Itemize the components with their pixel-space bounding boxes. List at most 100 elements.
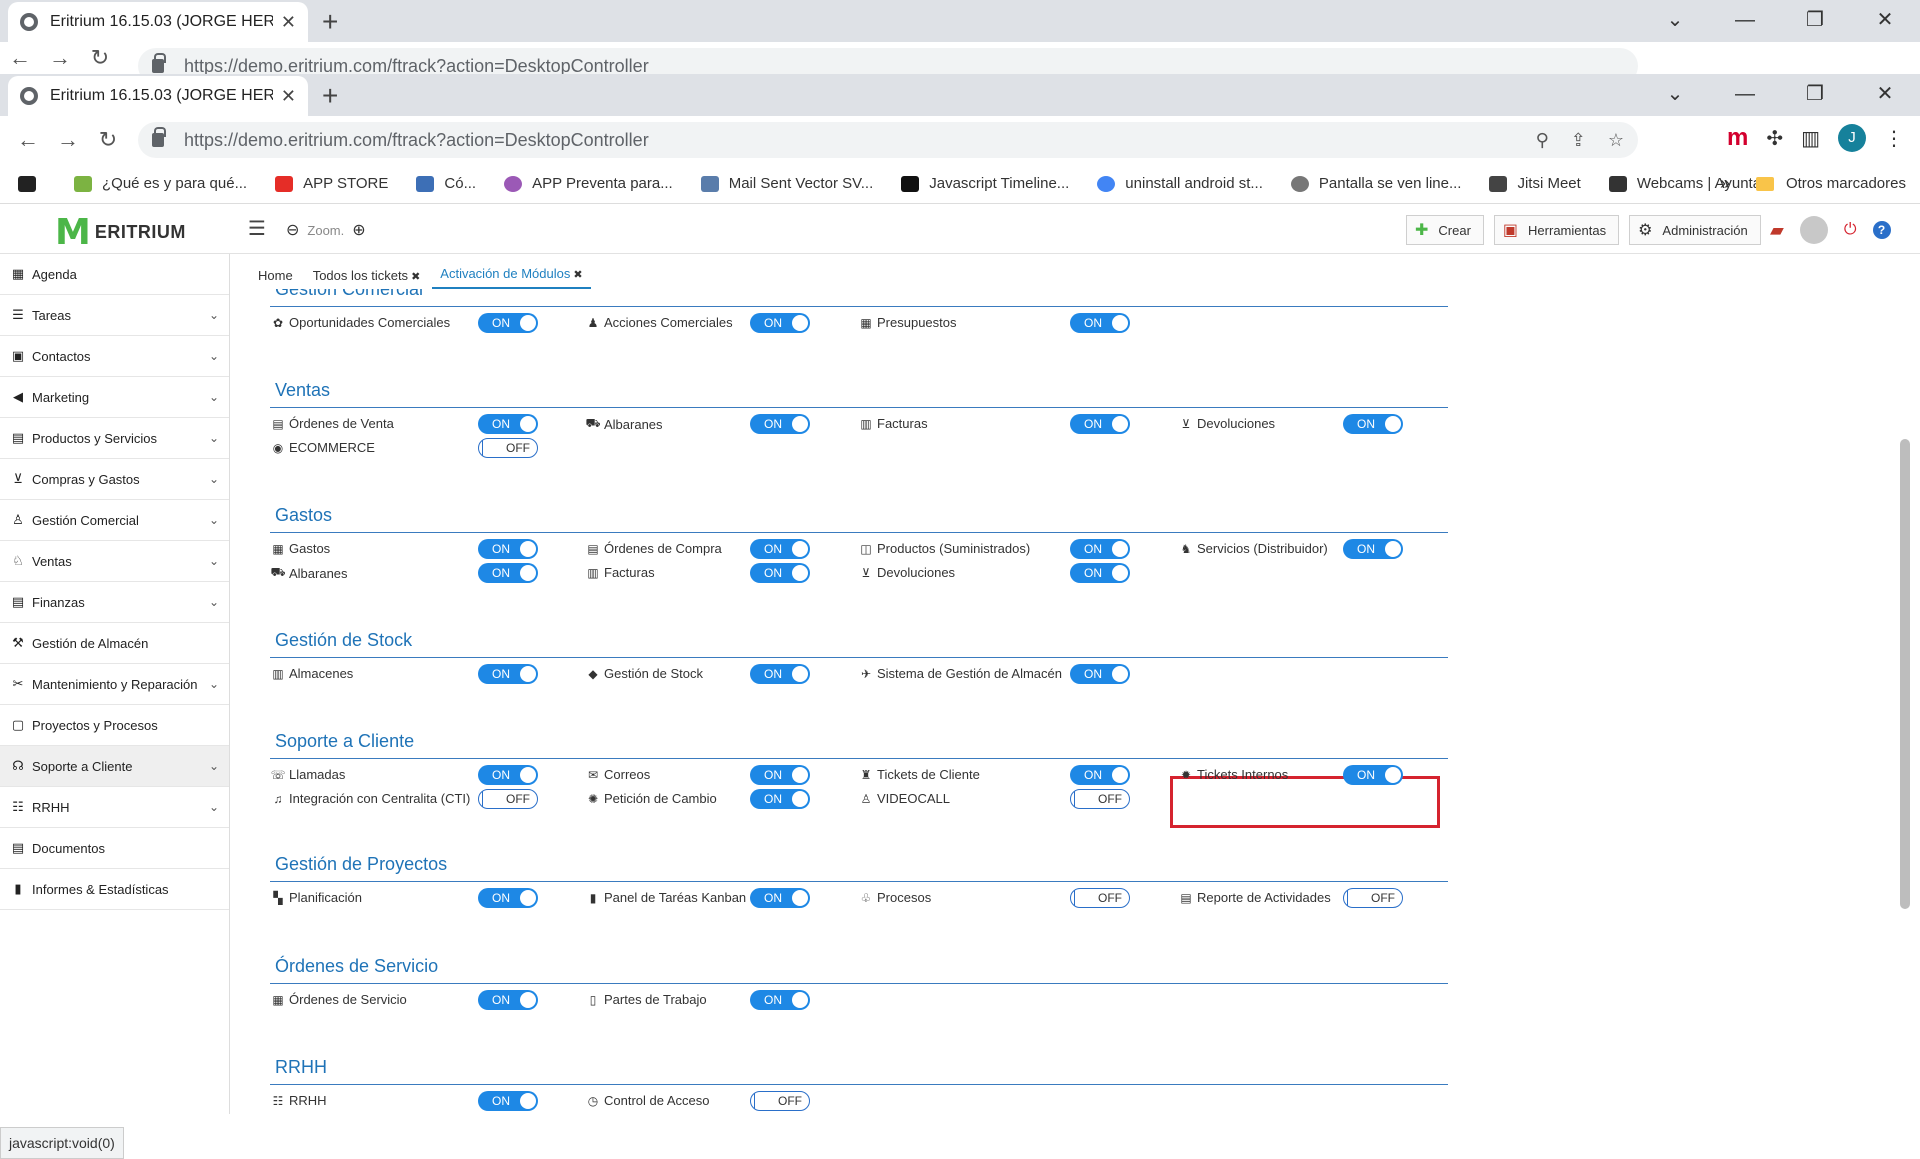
forward-icon[interactable]: → xyxy=(48,127,88,153)
module-toggle[interactable]: ON xyxy=(478,888,538,908)
browser-tab[interactable]: Eritrium 16.15.03 (JORGE HERRERA ✕ xyxy=(8,2,308,42)
new-tab-icon[interactable]: + xyxy=(322,80,338,112)
chevron-down-icon[interactable]: ⌄ xyxy=(209,513,219,527)
chevron-down-icon[interactable]: ⌄ xyxy=(1640,74,1710,114)
module-toggle[interactable]: ON xyxy=(478,765,538,785)
bookmark-item[interactable]: Javascript Timeline... xyxy=(901,175,1069,192)
reload-icon[interactable]: ↻ xyxy=(88,127,128,153)
module-toggle[interactable]: ON xyxy=(1343,765,1403,785)
module-toggle[interactable]: ON xyxy=(750,765,810,785)
module-toggle[interactable]: ON xyxy=(1070,664,1130,684)
crear-button[interactable]: ✚ Crear xyxy=(1406,215,1484,245)
chevron-down-icon[interactable]: ⌄ xyxy=(209,677,219,691)
module-toggle[interactable]: ON xyxy=(478,313,538,333)
chevron-down-icon[interactable]: ⌄ xyxy=(209,349,219,363)
module-toggle[interactable]: ON xyxy=(478,664,538,684)
zoom-out-icon[interactable]: ⊖ xyxy=(286,220,299,240)
module-toggle[interactable]: OFF xyxy=(1070,789,1130,809)
module-toggle[interactable]: ON xyxy=(750,563,810,583)
sidebar-item[interactable]: ◀ Marketing ⌄ xyxy=(0,377,229,418)
chevron-down-icon[interactable]: ⌄ xyxy=(1640,0,1710,40)
module-toggle[interactable]: ON xyxy=(1343,539,1403,559)
module-toggle[interactable]: ON xyxy=(750,664,810,684)
chevron-down-icon[interactable]: ⌄ xyxy=(209,800,219,814)
chevron-down-icon[interactable]: ⌄ xyxy=(209,308,219,322)
module-toggle[interactable]: ON xyxy=(478,539,538,559)
module-toggle[interactable]: ON xyxy=(750,888,810,908)
module-toggle[interactable]: OFF xyxy=(478,438,538,458)
sidebar-item[interactable]: ▤ Productos y Servicios ⌄ xyxy=(0,418,229,459)
bookmark-item[interactable]: ¿Qué es y para qué... xyxy=(74,175,247,192)
chevron-down-icon[interactable]: ⌄ xyxy=(209,759,219,773)
module-toggle[interactable]: ON xyxy=(1070,539,1130,559)
app-tab[interactable]: Home xyxy=(250,268,301,289)
sidebar-item[interactable]: ✂ Mantenimiento y Reparación ⌄ xyxy=(0,664,229,705)
module-toggle[interactable]: ON xyxy=(750,789,810,809)
module-toggle[interactable]: ON xyxy=(750,414,810,434)
scrollbar-thumb[interactable] xyxy=(1900,439,1910,909)
chevron-down-icon[interactable]: ⌄ xyxy=(209,431,219,445)
module-toggle[interactable]: OFF xyxy=(1343,888,1403,908)
bookmark-item[interactable]: Có... xyxy=(416,175,476,192)
chevron-down-icon[interactable]: ⌄ xyxy=(209,554,219,568)
sidepanel-icon[interactable]: ▥ xyxy=(1801,126,1820,151)
power-icon[interactable]: ⏻ xyxy=(1844,221,1857,239)
close-icon[interactable]: ✕ xyxy=(281,12,296,33)
chat-icon[interactable]: ▰ xyxy=(1770,220,1784,241)
user-avatar-icon[interactable] xyxy=(1799,216,1828,244)
module-toggle[interactable]: ON xyxy=(478,1091,538,1111)
app-tab[interactable]: Activación de Módulos ✖ xyxy=(432,266,591,289)
share-icon[interactable]: ⇪ xyxy=(1571,130,1586,151)
sidebar-item[interactable]: ☷ RRHH ⌄ xyxy=(0,787,229,828)
forward-icon[interactable]: → xyxy=(40,45,80,71)
chevron-down-icon[interactable]: ⌄ xyxy=(209,390,219,404)
browser-tab[interactable]: Eritrium 16.15.03 (JORGE HERRERA ✕ xyxy=(8,76,308,116)
bookmark-item[interactable]: APP Preventa para... xyxy=(504,175,673,192)
address-bar[interactable]: https://demo.eritrium.com/ftrack?action=… xyxy=(138,48,1638,74)
help-icon[interactable]: ? xyxy=(1872,221,1891,239)
bookmark-item[interactable]: Webcams | Ayunta... xyxy=(1608,175,1774,192)
sidebar-item[interactable]: ⊻ Compras y Gastos ⌄ xyxy=(0,459,229,500)
module-toggle[interactable]: ON xyxy=(478,414,538,434)
back-icon[interactable]: ← xyxy=(0,45,40,71)
sidebar-item[interactable]: ▣ Contactos ⌄ xyxy=(0,336,229,377)
module-toggle[interactable]: ON xyxy=(1070,414,1130,434)
close-window-icon[interactable]: ✕ xyxy=(1850,0,1920,40)
close-icon[interactable]: ✕ xyxy=(281,86,296,107)
sidebar-item[interactable]: ♙ Gestión Comercial ⌄ xyxy=(0,500,229,541)
bookmark-item[interactable]: APP STORE xyxy=(275,175,388,192)
bookmark-item[interactable]: uninstall android st... xyxy=(1097,175,1263,192)
herramientas-button[interactable]: ▣ Herramientas xyxy=(1493,215,1620,245)
reload-icon[interactable]: ↻ xyxy=(80,45,120,71)
chevron-down-icon[interactable]: ⌄ xyxy=(209,472,219,486)
module-toggle[interactable]: ON xyxy=(1070,313,1130,333)
restore-icon[interactable]: ❐ xyxy=(1780,74,1850,114)
close-tab-icon[interactable]: ✖ xyxy=(573,269,582,281)
sidebar-item[interactable]: ▤ Documentos xyxy=(0,828,229,869)
scrollbar[interactable] xyxy=(1898,289,1912,1134)
module-toggle[interactable]: ON xyxy=(750,990,810,1010)
module-toggle[interactable]: ON xyxy=(750,539,810,559)
new-tab-icon[interactable]: + xyxy=(322,6,338,38)
module-toggle[interactable]: ON xyxy=(1070,563,1130,583)
zoom-in-icon[interactable]: ⊕ xyxy=(352,220,365,240)
minimize-icon[interactable]: — xyxy=(1710,74,1780,114)
sidebar-item[interactable]: ♘ Ventas ⌄ xyxy=(0,541,229,582)
module-toggle[interactable]: ON xyxy=(1070,765,1130,785)
bookmark-as-icon[interactable] xyxy=(18,175,46,192)
back-icon[interactable]: ← xyxy=(8,127,48,153)
address-bar[interactable]: https://demo.eritrium.com/ftrack?action=… xyxy=(138,122,1638,158)
administracion-button[interactable]: ⚙ Administración xyxy=(1629,215,1761,245)
minimize-icon[interactable]: — xyxy=(1710,0,1780,40)
logo[interactable]: M ERITRIUM xyxy=(55,212,186,253)
close-tab-icon[interactable]: ✖ xyxy=(411,271,420,283)
star-icon[interactable]: ☆ xyxy=(1608,130,1624,151)
sidebar-item[interactable]: ▢ Proyectos y Procesos xyxy=(0,705,229,746)
sidebar-item[interactable]: ⚒ Gestión de Almacén xyxy=(0,623,229,664)
bookmark-item[interactable]: Pantalla se ven line... xyxy=(1290,175,1461,192)
module-toggle[interactable]: OFF xyxy=(478,789,538,809)
module-toggle[interactable]: ON xyxy=(750,313,810,333)
sidebar-item[interactable]: ▤ Finanzas ⌄ xyxy=(0,582,229,623)
menu-dots-icon[interactable]: ⋮ xyxy=(1884,126,1904,151)
sidebar-item[interactable]: ▮ Informes & Estadísticas xyxy=(0,869,229,910)
